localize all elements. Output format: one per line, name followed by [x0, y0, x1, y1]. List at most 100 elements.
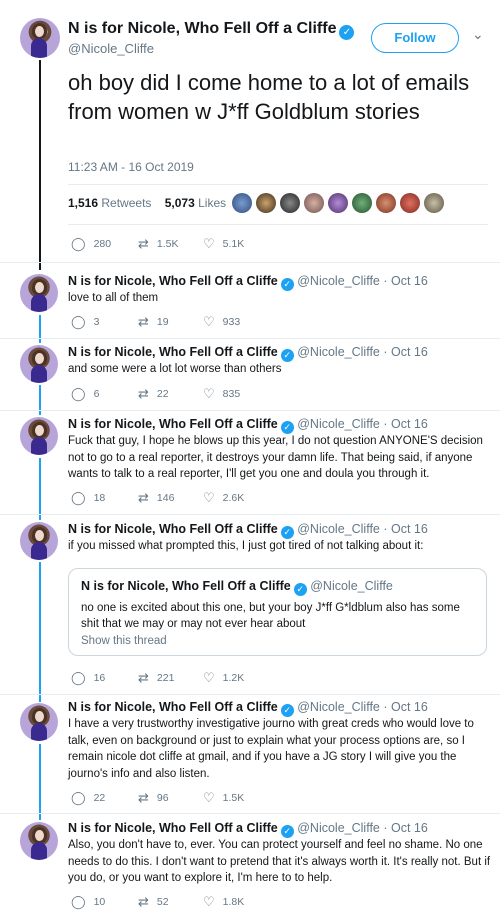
reply-icon: ◯	[71, 894, 86, 909]
quoted-author-name: N is for Nicole, Who Fell Off a Cliffe	[81, 579, 291, 593]
retweet-button[interactable]: ⇄ 221	[138, 670, 174, 686]
like-button[interactable]: ♡ 1.8K	[203, 894, 244, 910]
reply-button[interactable]: ◯ 22	[71, 790, 105, 806]
retweet-button[interactable]: ⇄ 96	[138, 790, 169, 806]
retweet-icon: ⇄	[138, 236, 149, 251]
thread-line-main	[39, 60, 41, 270]
liker-avatar[interactable]	[280, 193, 300, 213]
divider	[0, 514, 500, 515]
likes-label[interactable]: Likes	[198, 196, 226, 210]
retweet-icon: ⇄	[138, 894, 149, 909]
reply-icon: ◯	[71, 490, 86, 505]
heart-icon: ♡	[203, 894, 215, 909]
author-handle-date[interactable]: @Nicole_Cliffe · Oct 16	[297, 417, 428, 431]
quoted-author-handle: @Nicole_Cliffe	[310, 579, 393, 593]
like-button[interactable]: ♡ 835	[203, 386, 240, 402]
reply-header: N is for Nicole, Who Fell Off a Cliffe ✓ …	[68, 821, 428, 838]
like-button[interactable]: ♡ 1.2K	[203, 670, 244, 686]
thread-line-3	[39, 458, 41, 520]
heart-icon: ♡	[203, 386, 215, 401]
reply-text: Also, you don't have to, ever. You can p…	[68, 839, 491, 884]
reply-button[interactable]: ◯ 3	[71, 314, 99, 330]
divider	[0, 694, 500, 695]
divider	[68, 184, 488, 185]
author-name[interactable]: N is for Nicole, Who Fell Off a Cliffe	[68, 821, 278, 835]
liker-avatar[interactable]	[376, 193, 396, 213]
reply-icon: ◯	[71, 236, 86, 251]
verified-icon: ✓	[339, 25, 355, 40]
reply-text: and some were a lot lot worse than other…	[68, 363, 282, 375]
reply-button[interactable]: ◯ 10	[71, 894, 105, 910]
reply-icon: ◯	[71, 314, 86, 329]
liker-avatar[interactable]	[424, 193, 444, 213]
liker-avatar[interactable]	[352, 193, 372, 213]
retweet-button[interactable]: ⇄ 22	[138, 386, 169, 402]
author-handle-date[interactable]: @Nicole_Cliffe · Oct 16	[297, 522, 428, 536]
tweet-text: oh boy did I come home to a lot of email…	[68, 70, 470, 124]
retweet-icon: ⇄	[138, 314, 149, 329]
retweet-icon: ⇄	[138, 386, 149, 401]
liker-avatar[interactable]	[304, 193, 324, 213]
reply-icon: ◯	[71, 790, 86, 805]
reply-button[interactable]: ◯ 280	[71, 236, 111, 252]
avatar[interactable]	[20, 822, 58, 860]
retweet-button[interactable]: ⇄ 146	[138, 490, 174, 506]
author-name[interactable]: N is for Nicole, Who Fell Off a Cliffe ✓	[68, 20, 355, 40]
avatar[interactable]	[20, 274, 58, 312]
reply-icon: ◯	[71, 670, 86, 685]
author-handle-date[interactable]: @Nicole_Cliffe · Oct 16	[297, 274, 428, 288]
author-name[interactable]: N is for Nicole, Who Fell Off a Cliffe	[68, 417, 278, 431]
avatar[interactable]	[20, 522, 58, 560]
verified-icon: ✓	[293, 583, 307, 596]
show-thread-link[interactable]: Show this thread	[81, 635, 167, 647]
author-name[interactable]: N is for Nicole, Who Fell Off a Cliffe	[68, 274, 278, 288]
reply-text: Fuck that guy, I hope he blows up this y…	[68, 435, 483, 480]
quoted-header: N is for Nicole, Who Fell Off a Cliffe ✓ …	[81, 579, 393, 596]
chevron-down-icon[interactable]: ⌄	[472, 26, 484, 43]
reply-button[interactable]: ◯ 6	[71, 386, 99, 402]
liker-avatar[interactable]	[232, 193, 252, 213]
avatar[interactable]	[20, 345, 58, 383]
author-name[interactable]: N is for Nicole, Who Fell Off a Cliffe	[68, 345, 278, 359]
retweet-button[interactable]: ⇄ 19	[138, 314, 169, 330]
author-handle-date[interactable]: @Nicole_Cliffe · Oct 16	[297, 345, 428, 359]
thread-line-5	[39, 744, 41, 820]
retweets-label[interactable]: Retweets	[101, 196, 151, 210]
engagement-stats: 1,516 Retweets 5,073 Likes	[68, 196, 227, 210]
quoted-text: no one is excited about this one, but yo…	[81, 602, 460, 630]
reply-icon: ◯	[71, 386, 86, 401]
avatar[interactable]	[20, 417, 58, 455]
like-button[interactable]: ♡ 933	[203, 314, 240, 330]
retweet-button[interactable]: ⇄ 52	[138, 894, 169, 910]
reply-header: N is for Nicole, Who Fell Off a Cliffe ✓ …	[68, 417, 428, 434]
tweet-timestamp[interactable]: 11:23 AM - 16 Oct 2019	[68, 160, 194, 174]
retweet-icon: ⇄	[138, 490, 149, 505]
thread-line-4	[39, 562, 41, 702]
like-button[interactable]: ♡ 2.6K	[203, 490, 244, 506]
avatar[interactable]	[20, 18, 60, 58]
heart-icon: ♡	[203, 314, 215, 329]
avatar[interactable]	[20, 703, 58, 741]
reply-button[interactable]: ◯ 16	[71, 670, 105, 686]
like-button[interactable]: ♡ 1.5K	[203, 790, 244, 806]
reply-text: love to all of them	[68, 292, 159, 304]
author-handle[interactable]: @Nicole_Cliffe	[68, 41, 154, 56]
liker-avatar[interactable]	[256, 193, 276, 213]
retweet-button[interactable]: ⇄ 1.5K	[138, 236, 179, 252]
reply-text: if you missed what prompted this, I just…	[68, 540, 424, 552]
reply-header: N is for Nicole, Who Fell Off a Cliffe ✓ …	[68, 522, 428, 539]
reply-header: N is for Nicole, Who Fell Off a Cliffe ✓ …	[68, 700, 428, 717]
liker-avatar[interactable]	[400, 193, 420, 213]
follow-button[interactable]: Follow	[371, 23, 459, 53]
reply-button[interactable]: ◯ 18	[71, 490, 105, 506]
author-name[interactable]: N is for Nicole, Who Fell Off a Cliffe	[68, 700, 278, 714]
author-name[interactable]: N is for Nicole, Who Fell Off a Cliffe	[68, 522, 278, 536]
retweet-icon: ⇄	[138, 790, 149, 805]
liker-avatar[interactable]	[328, 193, 348, 213]
author-handle-date[interactable]: @Nicole_Cliffe · Oct 16	[297, 700, 428, 714]
quoted-tweet[interactable]: N is for Nicole, Who Fell Off a Cliffe ✓ …	[68, 568, 487, 656]
author-handle-date[interactable]: @Nicole_Cliffe · Oct 16	[297, 821, 428, 835]
divider	[0, 262, 500, 263]
like-button[interactable]: ♡ 5.1K	[203, 236, 244, 252]
divider	[0, 338, 500, 339]
